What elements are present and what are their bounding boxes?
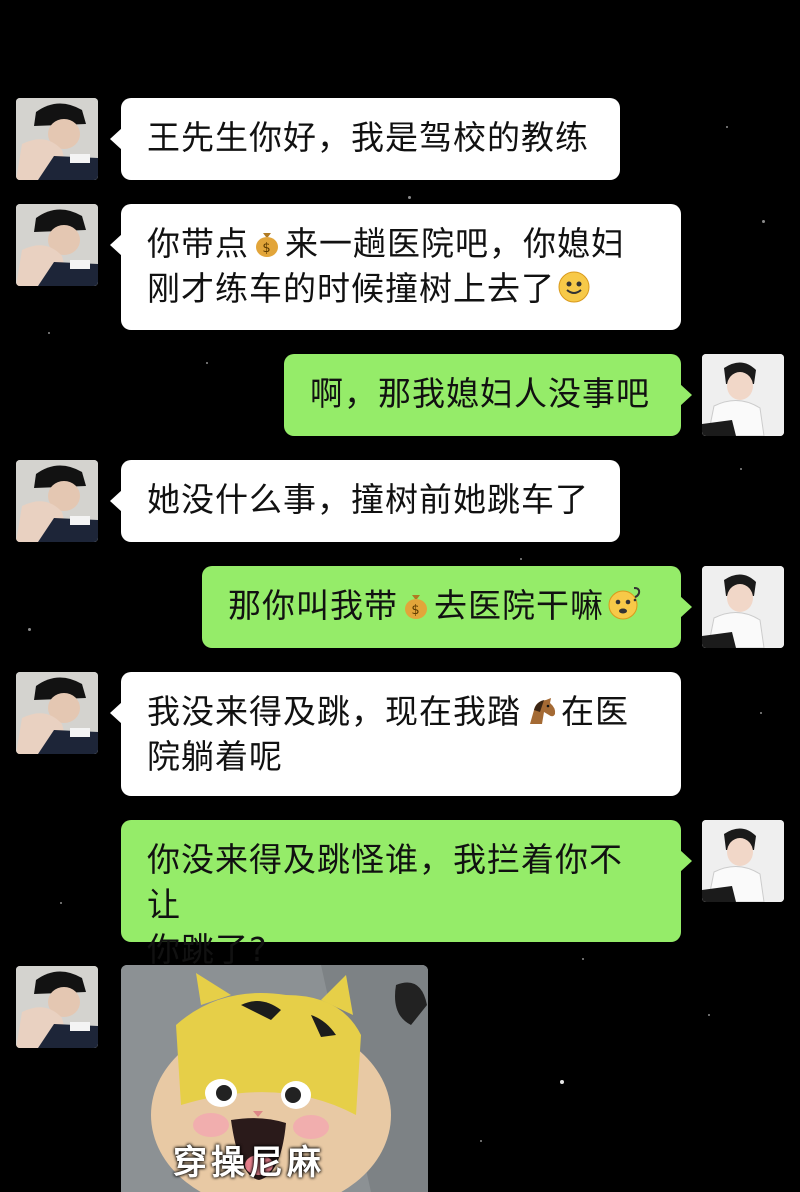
smile-emoji-icon [558,271,590,309]
message-bubble-5[interactable]: 那你叫我带 $ 去医院干嘛 [202,566,692,648]
coach-avatar[interactable] [16,966,98,1048]
coach-avatar[interactable] [16,204,98,286]
user-avatar[interactable] [702,354,784,436]
cat-sticker-image[interactable]: 穿操尼麻 [121,965,428,1192]
message-bubble-7[interactable]: 你没来得及跳怪谁，我拦着你不让 你跳了? [121,820,692,969]
money-bag-icon: $ [401,590,431,626]
sticker-caption: 穿操尼麻 [173,1143,325,1183]
message-text: 她没什么事，撞树前她跳车了 [147,480,589,519]
svg-text:$: $ [411,603,420,618]
money-bag-icon: $ [252,228,282,264]
message-text: 啊，那我媳妇人没事吧 [310,374,650,413]
horse-emoji-icon [524,696,558,732]
message-text: 院躺着呢 [147,737,283,776]
message-text: 刚才练车的时候撞树上去了 [147,269,555,308]
message-text: 你带点 [147,224,249,263]
message-text: 那你叫我带 [228,586,398,625]
user-avatar[interactable] [702,820,784,902]
message-text: 王先生你好，我是驾校的教练 [147,118,589,157]
message-text: 你没来得及跳怪谁，我拦着你不让 [147,840,623,924]
message-bubble-4[interactable]: 她没什么事，撞树前她跳车了 [110,460,620,542]
message-bubble-2[interactable]: 你带点 $ 来一趟医院吧，你媳妇 刚才练车的时候撞树上去了 [110,204,681,330]
message-bubble-3[interactable]: 啊，那我媳妇人没事吧 [284,354,692,436]
message-bubble-6[interactable]: 我没来得及跳，现在我踏 在医 院躺着呢 [110,672,681,796]
user-avatar[interactable] [702,566,784,648]
message-text: 我没来得及跳，现在我踏 [147,692,521,731]
confused-emoji-icon [607,586,641,626]
message-text: 在医 [561,692,629,731]
message-text: 来一趟医院吧，你媳妇 [285,224,625,263]
message-bubble-1[interactable]: 王先生你好，我是驾校的教练 [110,98,620,180]
coach-avatar[interactable] [16,672,98,754]
coach-avatar[interactable] [16,460,98,542]
svg-text:$: $ [262,241,271,256]
message-text: 你跳了? [147,930,268,969]
message-text: 去医院干嘛 [434,586,604,625]
coach-avatar[interactable] [16,98,98,180]
